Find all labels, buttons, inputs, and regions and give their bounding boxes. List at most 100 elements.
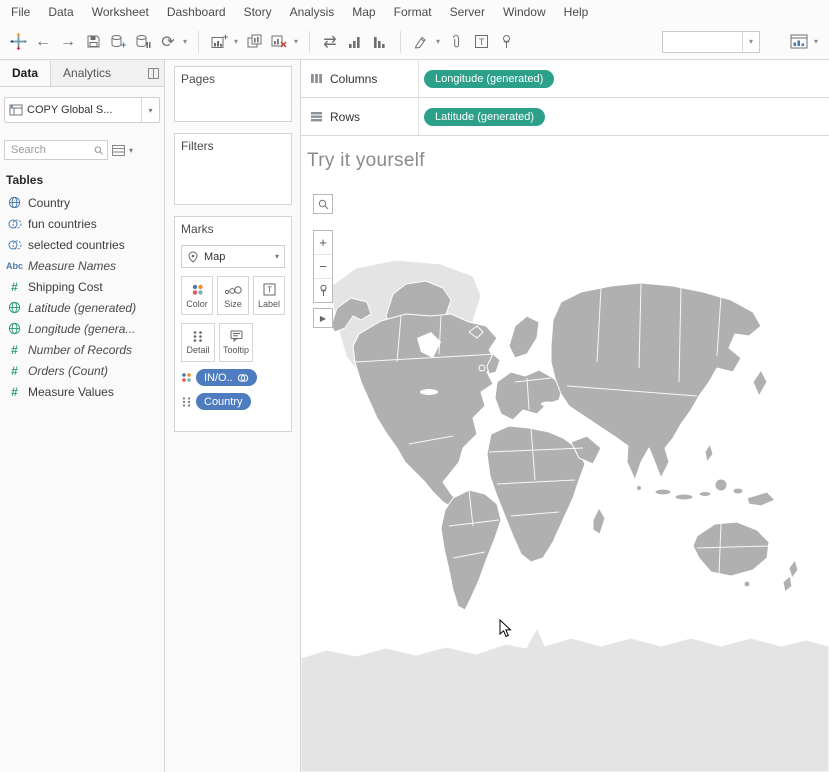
sort-descending-button[interactable] — [368, 29, 392, 55]
menu-window[interactable]: Window — [494, 0, 555, 24]
menu-help[interactable]: Help — [555, 0, 598, 24]
tab-data[interactable]: Data — [0, 61, 51, 86]
datasource-selector[interactable]: COPY Global S... ▾ — [4, 97, 160, 123]
run-auto-updates-caret[interactable]: ▾ — [180, 37, 190, 46]
search-input[interactable] — [9, 143, 94, 157]
sheet-title[interactable]: Try it yourself — [307, 150, 425, 172]
datasource-icon — [5, 104, 27, 116]
label-button[interactable]: T Label — [253, 276, 285, 315]
sort-ascending-button[interactable] — [343, 29, 367, 55]
menu-file[interactable]: File — [2, 0, 39, 24]
pages-card[interactable]: Pages — [174, 66, 292, 122]
view-as-grid-icon[interactable] — [112, 145, 125, 156]
pane-toggle-icon[interactable] — [148, 68, 159, 79]
highlight-icon — [414, 34, 429, 49]
fix-axes-button[interactable] — [494, 29, 518, 55]
columns-shelf-label: Columns — [301, 60, 419, 97]
zoom-home-button[interactable] — [314, 279, 332, 302]
pill-latitude-generated[interactable]: Latitude (generated) — [424, 108, 545, 126]
field-measure-names[interactable]: Abc Measure Names — [0, 255, 164, 276]
pause-auto-updates-icon — [135, 34, 151, 49]
toolbar-separator — [198, 31, 199, 53]
menu-map[interactable]: Map — [343, 0, 384, 24]
pill-in-out-set[interactable]: IN/O.. — [196, 369, 257, 386]
menu-data[interactable]: Data — [39, 0, 82, 24]
duplicate-sheet-button[interactable] — [242, 29, 266, 55]
color-pill-row: IN/O.. — [181, 369, 285, 386]
mark-type-selector[interactable]: Map ▾ — [181, 245, 285, 268]
field-orders-count[interactable]: # Orders (Count) — [0, 360, 164, 381]
highlight-caret[interactable]: ▾ — [433, 37, 443, 46]
set-icon — [6, 218, 23, 230]
swap-rows-columns-button[interactable]: ⇄ — [318, 29, 342, 55]
tooltip-icon — [230, 330, 243, 342]
rows-shelf: Rows Latitude (generated) — [301, 98, 829, 136]
field-fun-countries[interactable]: fun countries — [0, 213, 164, 234]
highlight-button[interactable] — [409, 29, 433, 55]
field-longitude-generated[interactable]: Longitude (genera... — [0, 318, 164, 339]
mark-buttons-row-2: Detail Tooltip — [181, 323, 285, 362]
menu-worksheet[interactable]: Worksheet — [83, 0, 158, 24]
new-data-source-button[interactable] — [106, 29, 130, 55]
marks-card: Marks Map ▾ Color Size T Label — [174, 216, 292, 432]
menu-dashboard[interactable]: Dashboard — [158, 0, 235, 24]
field-latitude-generated[interactable]: Latitude (generated) — [0, 297, 164, 318]
field-shipping-cost[interactable]: # Shipping Cost — [0, 276, 164, 297]
new-worksheet-caret[interactable]: ▾ — [231, 37, 241, 46]
redo-icon: → — [60, 33, 76, 51]
color-icon — [191, 283, 204, 296]
detail-icon — [192, 330, 204, 342]
zoom-out-button[interactable]: − — [314, 255, 332, 279]
sheet-title-bar: Try it yourself — [301, 136, 829, 186]
globe-icon — [6, 196, 23, 209]
fit-selector[interactable]: ▾ — [662, 31, 760, 53]
pill-longitude-generated[interactable]: Longitude (generated) — [424, 70, 554, 88]
map-search-button[interactable] — [313, 194, 333, 214]
chevron-down-icon: ▾ — [742, 32, 759, 52]
redo-button[interactable]: → — [56, 29, 80, 55]
menu-server[interactable]: Server — [441, 0, 494, 24]
tooltip-button[interactable]: Tooltip — [219, 323, 253, 362]
clear-sheet-caret[interactable]: ▾ — [291, 37, 301, 46]
tableau-logo-icon[interactable] — [6, 29, 30, 55]
clear-sheet-button[interactable] — [267, 29, 291, 55]
world-map[interactable] — [301, 186, 829, 772]
tab-analytics[interactable]: Analytics — [51, 61, 123, 86]
field-number-of-records[interactable]: # Number of Records — [0, 339, 164, 360]
map-view[interactable]: + − ▶ — [301, 186, 829, 772]
marks-label: Marks — [181, 222, 285, 236]
menu-format[interactable]: Format — [385, 0, 441, 24]
columns-shelf-content[interactable]: Longitude (generated) — [419, 70, 829, 88]
tableau-window: File Data Worksheet Dashboard Story Anal… — [0, 0, 829, 772]
group-members-button[interactable] — [444, 29, 468, 55]
field-options-caret[interactable]: ▾ — [129, 146, 133, 155]
globe-icon — [6, 322, 23, 335]
detail-shelf-icon — [181, 396, 192, 407]
show-me-button[interactable] — [787, 29, 811, 55]
run-auto-updates-button[interactable]: ⟳ — [156, 29, 180, 55]
show-mark-labels-button[interactable]: T — [469, 29, 493, 55]
detail-button[interactable]: Detail — [181, 323, 215, 362]
pill-country[interactable]: Country — [196, 393, 251, 410]
color-button[interactable]: Color — [181, 276, 213, 315]
zoom-in-button[interactable]: + — [314, 231, 332, 255]
rows-shelf-content[interactable]: Latitude (generated) — [419, 108, 829, 126]
menu-analysis[interactable]: Analysis — [281, 0, 344, 24]
set-in-out-icon — [237, 373, 249, 383]
size-button[interactable]: Size — [217, 276, 249, 315]
new-worksheet-button[interactable] — [207, 29, 231, 55]
field-country[interactable]: Country — [0, 192, 164, 213]
flyout-arrow-icon: ▶ — [320, 314, 326, 323]
filters-card[interactable]: Filters — [174, 133, 292, 205]
map-controls-flyout-button[interactable]: ▶ — [313, 308, 333, 328]
number-icon: # — [6, 343, 23, 357]
field-measure-values[interactable]: # Measure Values — [0, 381, 164, 402]
show-me-caret[interactable]: ▾ — [811, 37, 821, 46]
datasource-caret-icon[interactable]: ▾ — [141, 98, 159, 122]
field-selected-countries[interactable]: selected countries — [0, 234, 164, 255]
rows-icon — [310, 111, 323, 122]
pause-auto-updates-button[interactable] — [131, 29, 155, 55]
menu-story[interactable]: Story — [235, 0, 281, 24]
save-button[interactable] — [81, 29, 105, 55]
undo-button[interactable]: ← — [31, 29, 55, 55]
